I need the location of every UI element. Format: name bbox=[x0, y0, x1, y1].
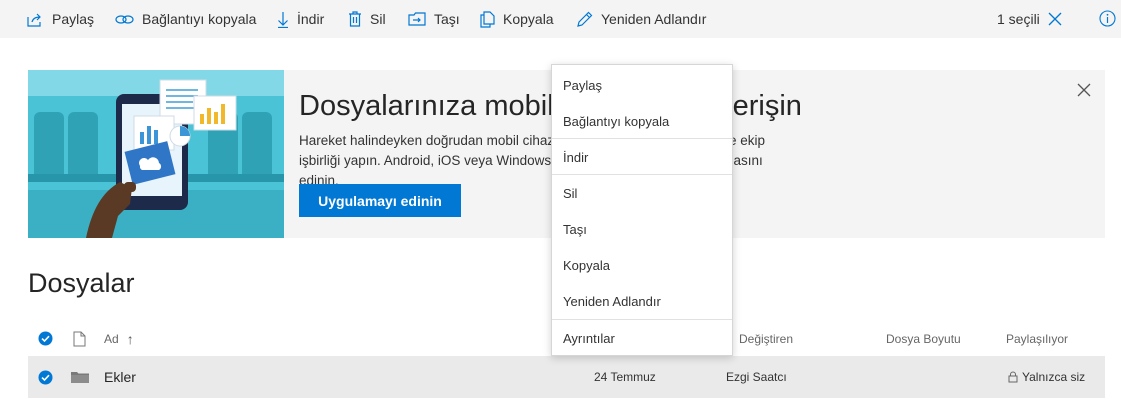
menu-item-delete[interactable]: Sil bbox=[552, 175, 732, 211]
checkmark-circle-icon bbox=[38, 331, 53, 346]
folder-icon bbox=[71, 356, 89, 398]
rename-button[interactable]: Yeniden Adlandır bbox=[576, 0, 706, 38]
move-label: Taşı bbox=[434, 11, 460, 27]
selection-count: 1 seçili bbox=[997, 11, 1040, 27]
rename-label: Yeniden Adlandır bbox=[601, 11, 707, 27]
menu-item-copy[interactable]: Kopyala bbox=[552, 247, 732, 283]
link-icon bbox=[115, 14, 134, 24]
download-icon bbox=[278, 11, 288, 28]
menu-item-details[interactable]: Ayrıntılar bbox=[552, 320, 732, 356]
trash-icon bbox=[349, 11, 361, 27]
row-sharing: Yalnızca siz bbox=[1008, 356, 1085, 398]
row-modified: 24 Temmuz bbox=[594, 370, 656, 384]
file-type-header[interactable] bbox=[73, 322, 86, 355]
row-modified-by: Ezgi Saatcı bbox=[726, 370, 787, 384]
row-name[interactable]: Ekler bbox=[104, 356, 136, 398]
move-icon bbox=[408, 12, 426, 26]
menu-item-copy-link[interactable]: Bağlantıyı kopyala bbox=[552, 103, 732, 139]
checkmark-circle-icon bbox=[38, 370, 53, 384]
lock-icon bbox=[1008, 371, 1018, 383]
share-label: Paylaş bbox=[52, 11, 95, 27]
menu-item-share[interactable]: Paylaş bbox=[552, 67, 732, 103]
column-header-modified-by[interactable]: Değiştiren bbox=[739, 322, 793, 355]
copy-button[interactable]: Kopyala bbox=[480, 0, 554, 38]
info-icon[interactable] bbox=[1099, 10, 1116, 27]
pencil-icon bbox=[577, 11, 593, 27]
column-header-name[interactable]: Ad ↑ bbox=[104, 322, 134, 355]
command-bar: Paylaş Bağlantıyı kopyala İndir Sil Taşı… bbox=[0, 0, 1121, 38]
select-all-checkbox[interactable] bbox=[38, 322, 53, 355]
row-sharing-label: Yalnızca siz bbox=[1022, 370, 1086, 384]
share-button[interactable]: Paylaş bbox=[27, 0, 94, 38]
column-header-sharing[interactable]: Paylaşılıyor bbox=[1006, 322, 1068, 355]
get-app-button[interactable]: Uygulamayı edinin bbox=[299, 184, 461, 217]
clear-selection-icon[interactable] bbox=[1047, 11, 1063, 27]
table-row[interactable]: Ekler 24 Temmuz Ezgi Saatcı Yalnızca siz bbox=[28, 356, 1105, 398]
column-header-file-size[interactable]: Dosya Boyutu bbox=[886, 322, 961, 355]
download-label: İndir bbox=[297, 11, 325, 27]
share-icon bbox=[27, 13, 41, 27]
move-button[interactable]: Taşı bbox=[408, 0, 460, 38]
close-icon[interactable] bbox=[1077, 83, 1091, 97]
context-menu: Paylaş Bağlantıyı kopyala İndir Sil Taşı… bbox=[551, 64, 733, 356]
menu-item-download[interactable]: İndir bbox=[552, 139, 732, 175]
column-name-label: Ad bbox=[104, 331, 119, 346]
download-button[interactable]: İndir bbox=[277, 0, 324, 38]
menu-item-rename[interactable]: Yeniden Adlandır bbox=[552, 283, 732, 319]
mobile-app-illustration bbox=[28, 70, 284, 238]
copy-link-label: Bağlantıyı kopyala bbox=[142, 11, 257, 27]
sort-ascending-icon: ↑ bbox=[126, 330, 134, 347]
document-icon bbox=[73, 331, 86, 346]
page-title: Dosyalar bbox=[28, 268, 135, 298]
copy-icon bbox=[480, 10, 495, 28]
delete-label: Sil bbox=[370, 11, 386, 27]
delete-button[interactable]: Sil bbox=[348, 0, 386, 38]
row-checkbox[interactable] bbox=[38, 356, 53, 398]
copy-label: Kopyala bbox=[503, 11, 554, 27]
menu-item-move[interactable]: Taşı bbox=[552, 211, 732, 247]
copy-link-button[interactable]: Bağlantıyı kopyala bbox=[115, 0, 256, 38]
